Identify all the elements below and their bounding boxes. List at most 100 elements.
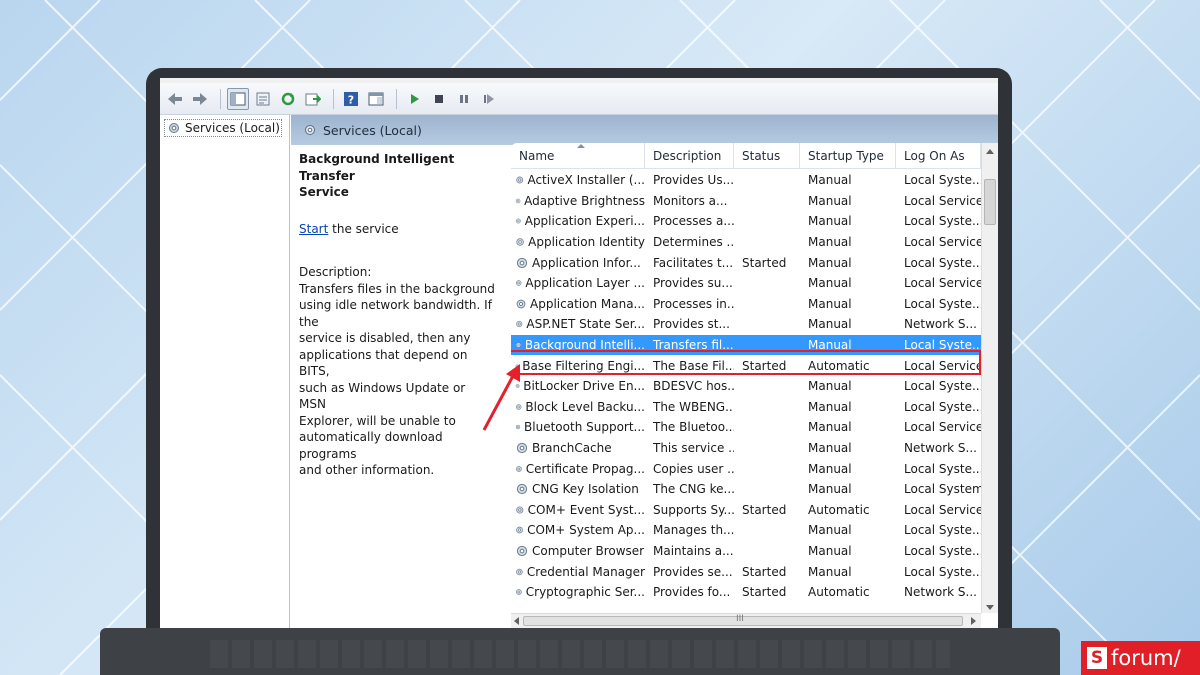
table-row[interactable]: Application Identity Determines ... Manual… <box>511 232 981 253</box>
cell-text: Application Mana... <box>530 296 645 311</box>
table-row[interactable]: Bluetooth Support... The Bluetoo... Manual… <box>511 417 981 438</box>
cell-text: Network S... <box>904 317 977 332</box>
vertical-scroll-thumb[interactable] <box>984 179 996 225</box>
cell-logon: Local Syste... <box>896 400 981 414</box>
cell-logon: Local Syste... <box>896 297 981 311</box>
show-console-tree-button[interactable] <box>227 87 249 110</box>
table-row[interactable]: Application Infor... Facilitates t... Star… <box>511 252 981 273</box>
svg-text:?: ? <box>348 93 354 106</box>
cell-text: Started <box>742 585 787 600</box>
scroll-up-icon[interactable] <box>986 149 994 154</box>
table-row[interactable]: Credential Manager Provides se... Started M… <box>511 561 981 582</box>
table-row[interactable]: Application Mana... Processes in... Manual… <box>511 294 981 315</box>
cell-text: Provides se... <box>653 564 733 579</box>
restart-service-button[interactable] <box>478 88 500 110</box>
cell-text: Started <box>742 502 787 517</box>
horizontal-scroll-thumb[interactable]: III <box>523 614 963 626</box>
table-row[interactable]: Certificate Propag... Copies user ... Manu… <box>511 458 981 479</box>
table-row[interactable]: Base Filtering Engi... The Base Fil... Sta… <box>511 355 981 376</box>
cell-text: Manual <box>808 441 852 456</box>
column-header-name[interactable]: Name <box>511 143 645 169</box>
table-row[interactable]: Cryptographic Ser... Provides fo... Starte… <box>511 582 981 603</box>
table-row[interactable]: COM+ Event Syst... Supports Sy... Started A… <box>511 500 981 521</box>
services-window: ? Services (Local) Services (Local) Back… <box>160 78 998 628</box>
table-row[interactable]: Application Layer ... Provides su... Manua… <box>511 273 981 294</box>
service-gear-icon <box>516 506 524 514</box>
cell-description: This service ... <box>645 441 734 455</box>
logo-text: forum/ <box>1111 646 1181 670</box>
cell-description: Transfers fil... <box>645 338 734 352</box>
view-button[interactable] <box>365 88 387 110</box>
cell-text: Provides st... <box>653 317 730 332</box>
table-row[interactable]: Computer Browser Maintains a... Manual Loca… <box>511 541 981 562</box>
cell-startup: Manual <box>800 235 896 249</box>
cell-text: The WBENG... <box>653 399 734 414</box>
back-icon <box>168 92 182 105</box>
back-button[interactable] <box>164 88 186 110</box>
cell-description: The Bluetoo... <box>645 420 734 434</box>
refresh-button[interactable] <box>277 88 299 110</box>
column-header-startup-type[interactable]: Startup Type <box>800 143 896 169</box>
cell-description: Monitors a... <box>645 194 734 208</box>
table-row[interactable]: Background Intelli... Transfers fil... Man… <box>511 334 981 356</box>
cell-logon: Local Syste... <box>896 214 981 228</box>
tree-item-services-local[interactable]: Services (Local) <box>164 119 282 137</box>
cell-name: ASP.NET State Ser... <box>511 317 645 331</box>
service-gear-icon <box>516 238 524 246</box>
cell-name: Background Intelli... <box>511 338 645 352</box>
cell-text: BitLocker Drive En... <box>523 379 645 394</box>
table-row[interactable]: ASP.NET State Ser... Provides st... Manual… <box>511 314 981 335</box>
pane-header: Services (Local) <box>291 115 998 145</box>
cell-startup: Manual <box>800 214 896 228</box>
cell-text: Certificate Propag... <box>525 461 645 476</box>
pause-service-button[interactable] <box>453 88 475 110</box>
service-gear-icon <box>516 484 528 495</box>
services-list: Name Description Status Startup Type Log… <box>511 143 998 628</box>
service-gear-icon <box>516 589 522 596</box>
table-row[interactable]: Adaptive Brightness Monitors a... Manual Lo… <box>511 191 981 212</box>
table-row[interactable]: CNG Key Isolation The CNG ke... Manual Loca… <box>511 479 981 500</box>
table-row[interactable]: ActiveX Installer (... Provides Us... Manu… <box>511 170 981 191</box>
cell-text: ASP.NET State Ser... <box>526 317 645 332</box>
table-row[interactable]: BitLocker Drive En... BDESVC hos... Manual… <box>511 376 981 397</box>
column-header-status[interactable]: Status <box>734 143 800 169</box>
cell-text: Local Service <box>904 502 981 517</box>
properties-button[interactable] <box>252 88 274 110</box>
service-gear-icon <box>516 299 526 309</box>
cell-text: COM+ Event Syst... <box>527 502 645 517</box>
scroll-down-icon[interactable] <box>986 605 994 610</box>
start-service-link[interactable]: Start <box>299 222 328 236</box>
forward-button[interactable] <box>189 88 211 110</box>
cell-text: Local Syste... <box>904 255 981 270</box>
properties-icon <box>256 92 270 105</box>
cell-description: The CNG ke... <box>645 482 734 496</box>
cell-text: Local Service <box>904 235 981 250</box>
scroll-right-icon[interactable] <box>971 617 976 625</box>
cell-text: Local Syste... <box>904 173 981 188</box>
cell-text: ActiveX Installer (... <box>527 173 645 188</box>
cell-text: Manual <box>808 214 852 229</box>
table-row[interactable]: Application Experi... Processes a... Manua… <box>511 211 981 232</box>
tree-item-label: Services (Local) <box>185 121 280 135</box>
table-row[interactable]: Block Level Backu... The WBENG... Manual Lo… <box>511 397 981 418</box>
table-row[interactable]: COM+ System Ap... Manages th... Manual Loca… <box>511 520 981 541</box>
cell-text: Bluetooth Support... <box>524 420 645 435</box>
horizontal-scrollbar[interactable]: III <box>511 613 981 628</box>
cell-description: Copies user ... <box>645 462 734 476</box>
column-header-log-on-as[interactable]: Log On As <box>896 143 981 169</box>
description-line: Transfers files in the background <box>299 281 495 296</box>
cell-text: Local Syste... <box>904 461 981 476</box>
vertical-scrollbar[interactable] <box>981 143 998 613</box>
stop-service-button[interactable] <box>428 88 450 110</box>
start-service-button[interactable] <box>403 88 425 110</box>
export-list-button[interactable] <box>302 88 324 110</box>
help-button[interactable]: ? <box>340 88 362 110</box>
cell-text: Facilitates t... <box>653 255 734 270</box>
column-header-description[interactable]: Description <box>645 143 734 169</box>
cell-startup: Manual <box>800 297 896 311</box>
scroll-left-icon[interactable] <box>514 617 519 625</box>
table-row[interactable]: BranchCache This service ... Manual Network… <box>511 438 981 459</box>
cell-text: Network S... <box>904 441 977 456</box>
cell-name: CNG Key Isolation <box>511 482 645 496</box>
cell-name: BitLocker Drive En... <box>511 379 645 393</box>
